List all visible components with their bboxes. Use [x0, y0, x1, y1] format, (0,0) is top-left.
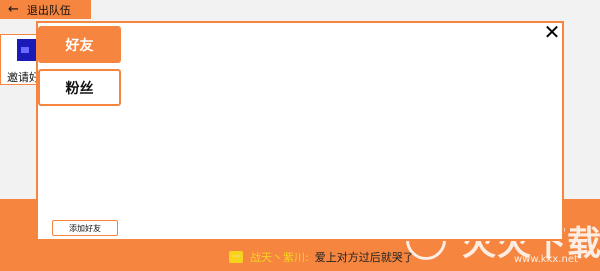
- exit-team-button[interactable]: ← 退出队伍: [0, 0, 91, 19]
- tab-fans-label: 粉丝: [65, 80, 94, 97]
- close-icon[interactable]: ✕: [542, 22, 562, 42]
- add-friend-label: 添加好友: [69, 223, 101, 233]
- exit-team-label: 退出队伍: [26, 3, 71, 17]
- ticker-sender: 战天丶紫川:: [250, 251, 309, 264]
- invite-friend-card[interactable]: 邀请好: [0, 34, 40, 85]
- back-arrow-icon: ←: [8, 2, 19, 17]
- tab-friends[interactable]: 好友: [38, 26, 121, 63]
- invite-avatar-icon: [17, 39, 37, 61]
- ticker-message: 爱上对方过后就哭了: [314, 251, 414, 264]
- add-friend-button[interactable]: 添加好友: [52, 220, 118, 236]
- chat-bubble-icon: ···: [229, 251, 243, 263]
- tab-friends-label: 好友: [65, 37, 94, 54]
- chat-ticker: ··· 战天丶紫川: 爱上对方过后就哭了: [229, 249, 414, 265]
- tab-fans[interactable]: 粉丝: [38, 69, 121, 106]
- watermark-url: www.kkx.net: [514, 254, 578, 265]
